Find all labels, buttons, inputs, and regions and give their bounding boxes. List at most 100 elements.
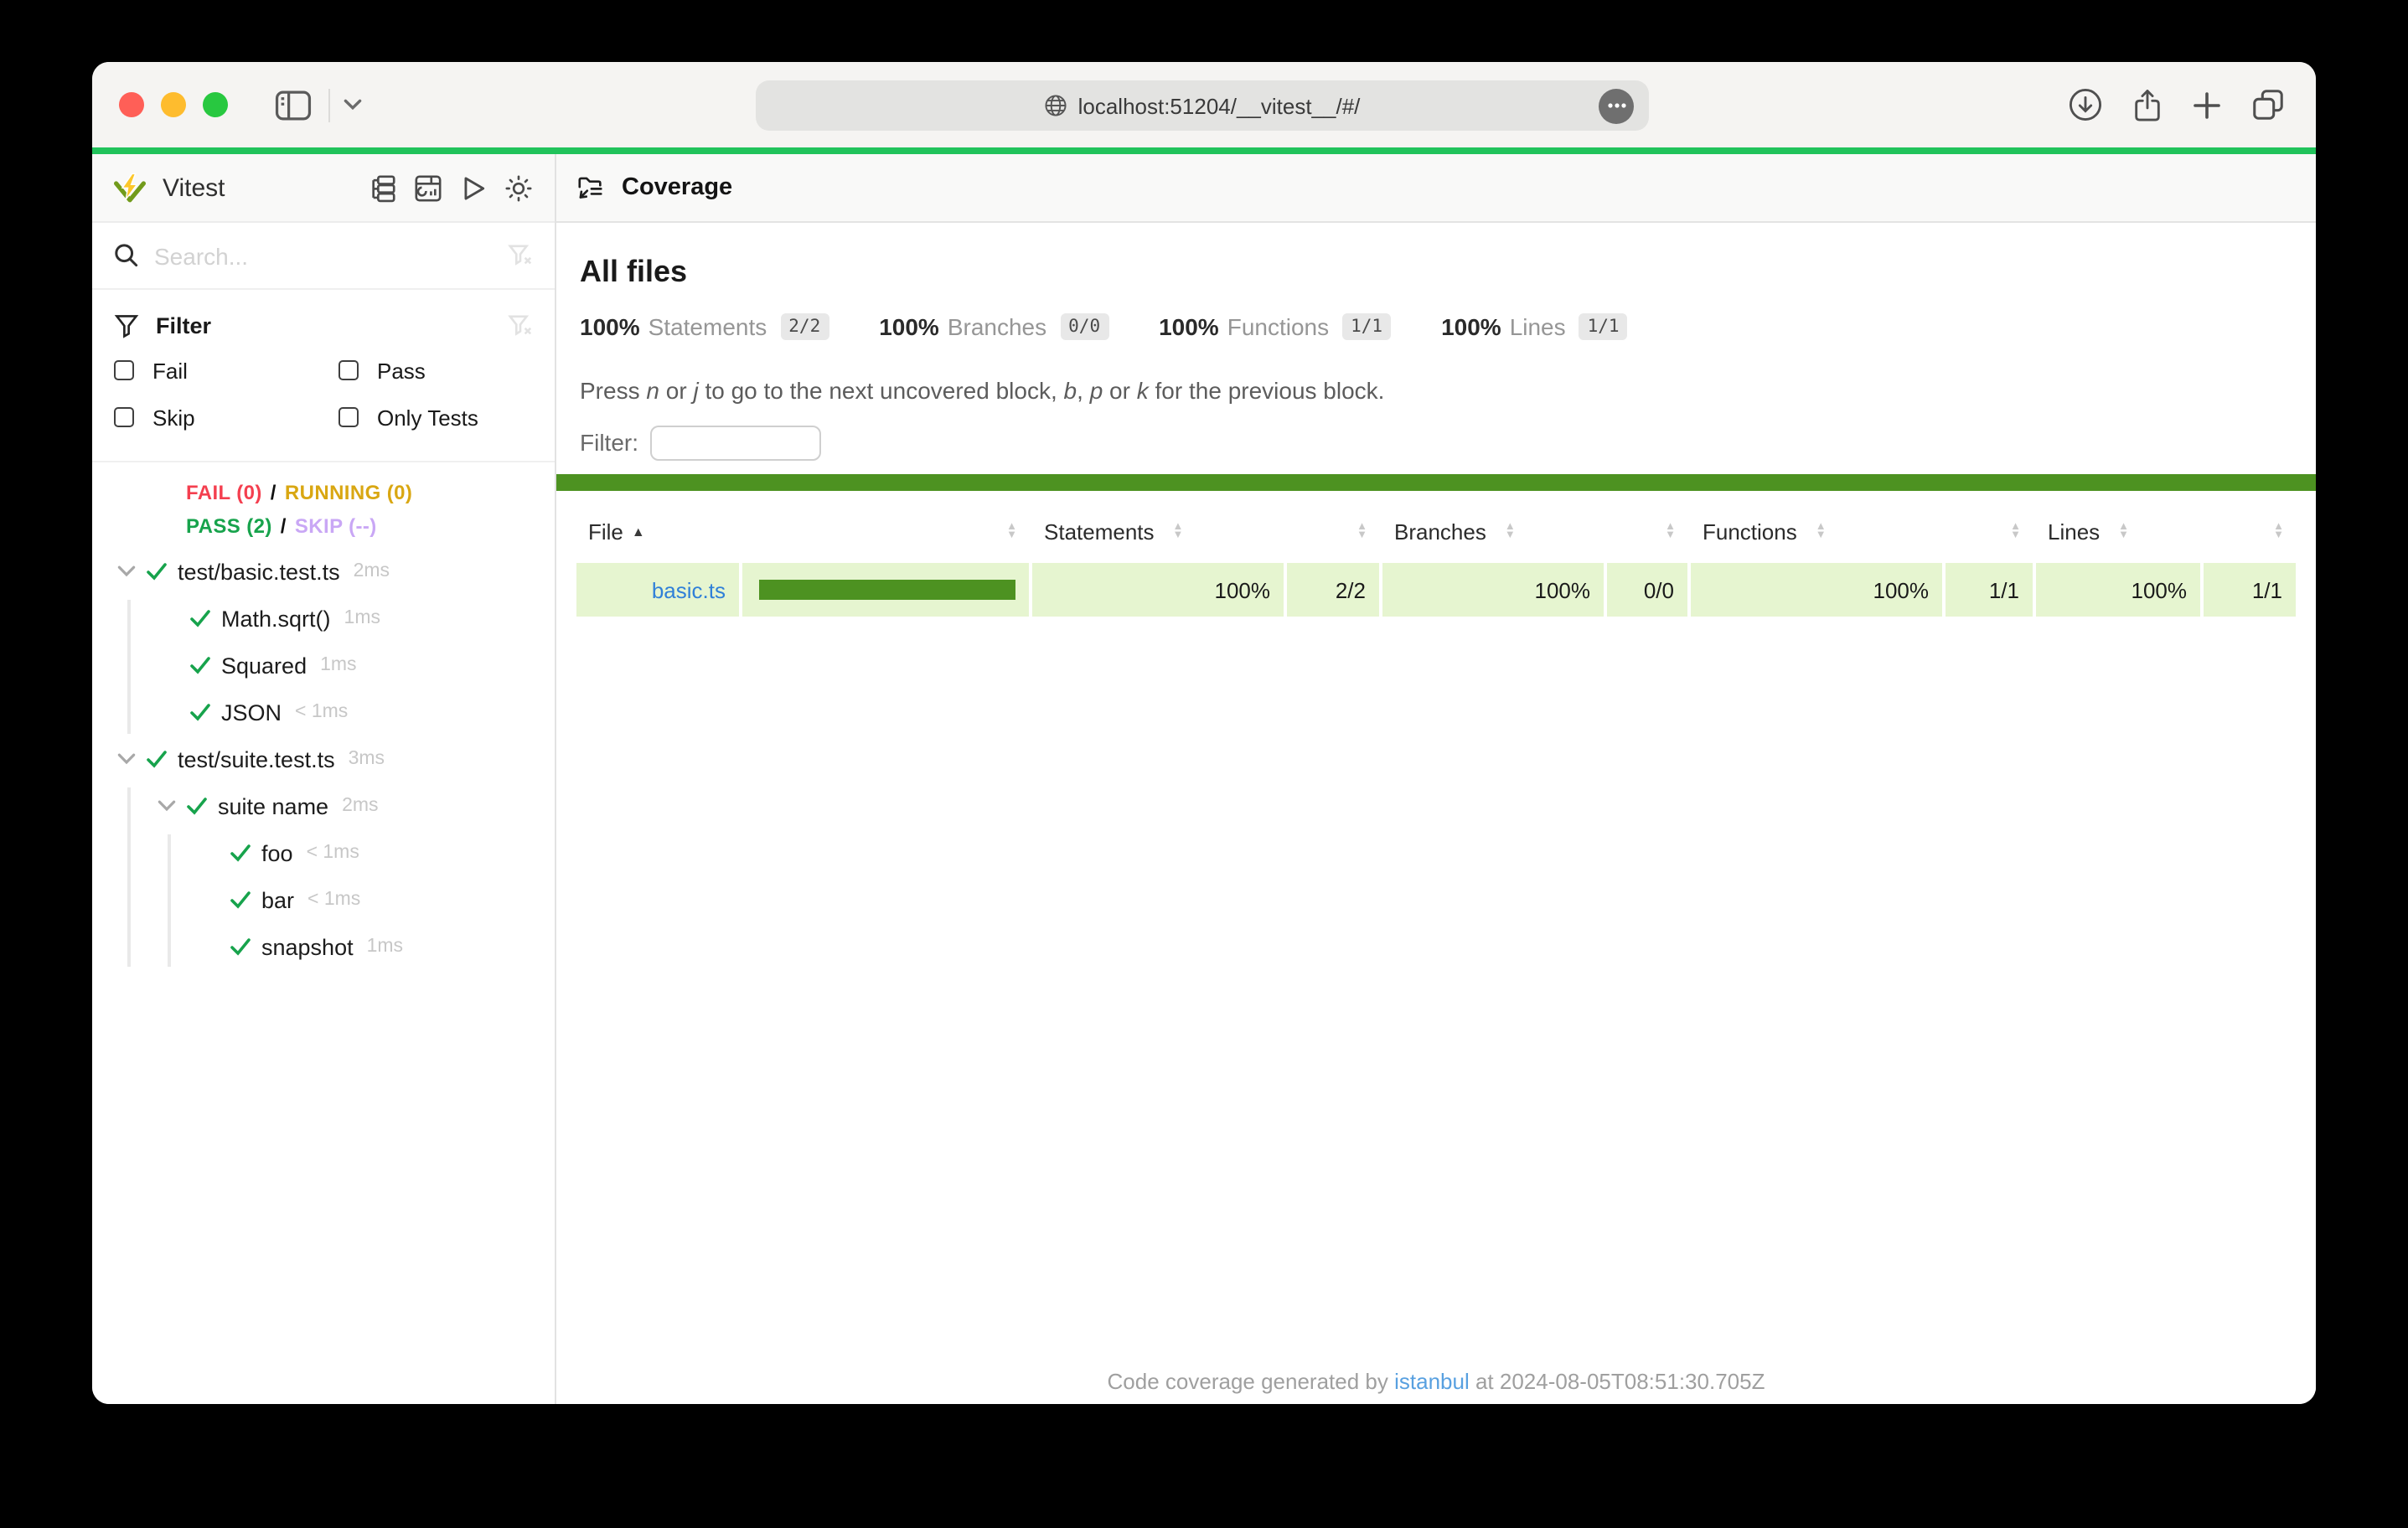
tree-item-duration: 3ms [349, 749, 385, 769]
tree-item-label: bar [261, 887, 294, 912]
address-bar[interactable]: localhost:51204/__vitest__/#/ [756, 80, 1649, 131]
sorter-icon[interactable]: ▲▼ [1356, 522, 1367, 540]
downloads-icon[interactable] [2068, 87, 2103, 122]
summary-separator: / [271, 481, 276, 504]
checkbox-fail[interactable]: Fail [114, 347, 338, 394]
sidebar: Vitest [92, 154, 556, 1404]
minimize-window-button[interactable] [161, 92, 186, 117]
lines-frac-cell: 1/1 [2202, 561, 2297, 618]
column-header-lines[interactable]: Lines ▲▼ [2034, 518, 2202, 561]
toolbar-chevron-down-icon[interactable] [344, 99, 362, 111]
branches-frac-cell: 0/0 [1605, 561, 1689, 618]
tab-overview-icon[interactable] [2250, 87, 2286, 122]
checkbox-skip[interactable]: Skip [114, 394, 338, 441]
sorter-icon[interactable]: ▲▼ [1816, 522, 1827, 540]
tree-item-test[interactable]: snapshot 1ms [92, 923, 555, 970]
footer-text: Code coverage generated by [1108, 1369, 1395, 1394]
sorter-icon[interactable]: ▲▼ [2118, 522, 2129, 540]
tree-view-icon[interactable] [369, 173, 397, 202]
chevron-down-icon[interactable] [116, 752, 136, 766]
column-header-functions[interactable]: Functions▲▼ [1689, 518, 1944, 561]
chevron-down-icon[interactable] [156, 799, 176, 813]
skip-checkbox-box[interactable] [114, 407, 134, 427]
tree-item-file[interactable]: test/suite.test.ts 3ms [92, 736, 555, 782]
column-header-statements-raw[interactable]: ▲▼ [1285, 518, 1381, 561]
sorter-icon[interactable]: ▲▼ [1665, 522, 1676, 540]
stat-pct: 100% [879, 313, 939, 340]
only-tests-checkbox-label: Only Tests [377, 405, 478, 430]
tree-item-test[interactable]: Math.sqrt() 1ms [92, 595, 555, 642]
coverage-bar-fill [759, 580, 1015, 600]
clear-search-filter-icon[interactable] [508, 243, 533, 268]
column-header-lines-raw[interactable]: ▲▼ [2202, 518, 2297, 561]
filter-section: Filter Fail [92, 290, 555, 462]
istanbul-link[interactable]: istanbul [1394, 1369, 1470, 1394]
pass-count: PASS (2) [186, 514, 272, 538]
dashboard-icon[interactable] [414, 173, 442, 202]
stat-pct: 100% [1441, 313, 1501, 340]
sorter-icon[interactable]: ▲▼ [1006, 522, 1017, 540]
pass-checkbox-box[interactable] [338, 360, 359, 380]
tree-item-suite[interactable]: suite name 2ms [92, 782, 555, 829]
tree-item-label: JSON [221, 699, 282, 725]
pass-check-icon [189, 702, 211, 722]
toolbar-right-actions [2068, 62, 2286, 147]
column-header-branches-raw[interactable]: ▲▼ [1605, 518, 1689, 561]
column-header-functions-raw[interactable]: ▲▼ [1944, 518, 2034, 561]
tree-item-duration: 2ms [342, 796, 378, 816]
tree-item-test[interactable]: Squared 1ms [92, 642, 555, 689]
theme-toggle-sun-icon[interactable] [504, 173, 533, 202]
close-window-button[interactable] [119, 92, 144, 117]
column-label: Lines [2048, 519, 2100, 544]
sorter-icon[interactable]: ▲▼ [2010, 522, 2021, 540]
stat-functions: 100% Functions 1/1 [1159, 313, 1391, 340]
tree-guide-line [127, 600, 130, 734]
tree-item-test[interactable]: JSON < 1ms [92, 689, 555, 736]
tree-item-file[interactable]: test/basic.test.ts 2ms [92, 548, 555, 595]
column-header-file[interactable]: File ▲ [575, 518, 741, 561]
new-tab-plus-icon[interactable] [2192, 90, 2222, 120]
tree-item-duration: < 1ms [307, 890, 360, 910]
search-input[interactable] [154, 242, 493, 269]
fullscreen-window-button[interactable] [203, 92, 228, 117]
run-all-play-icon[interactable] [459, 173, 488, 202]
page-settings-ellipsis-icon[interactable] [1599, 88, 1634, 123]
main-panel: Coverage All files 100% Statements 2/2 1… [556, 154, 2316, 1404]
search-icon [114, 243, 139, 268]
file-filter-input[interactable] [650, 425, 821, 460]
toolbar-divider [328, 88, 330, 121]
sorter-icon[interactable]: ▲▼ [1505, 522, 1516, 540]
hint-text: Press [580, 377, 646, 404]
fail-checkbox-box[interactable] [114, 360, 134, 380]
column-header-statements[interactable]: Statements▲▼ [1031, 518, 1285, 561]
share-icon[interactable] [2132, 86, 2163, 123]
pass-check-icon [230, 890, 251, 910]
file-cell: basic.ts [575, 561, 741, 618]
tree-item-test[interactable]: bar < 1ms [92, 876, 555, 923]
clear-filters-icon[interactable] [508, 312, 533, 338]
tree-item-label: snapshot [261, 934, 354, 959]
hint-key: k [1137, 377, 1149, 404]
hint-text: for the previous block. [1149, 377, 1385, 404]
tree-item-duration: < 1ms [307, 843, 359, 863]
stat-fraction-badge: 1/1 [1579, 313, 1628, 340]
tree-item-label: Math.sqrt() [221, 606, 331, 631]
checkbox-only-tests[interactable]: Only Tests [338, 394, 533, 441]
desktop: localhost:51204/__vitest__/#/ [0, 0, 2408, 1528]
stat-fraction-badge: 1/1 [1342, 313, 1391, 340]
hint-key: n [646, 377, 659, 404]
checkbox-pass[interactable]: Pass [338, 347, 533, 394]
column-header-branches[interactable]: Branches▲▼ [1381, 518, 1605, 561]
tree-item-test[interactable]: foo < 1ms [92, 829, 555, 876]
file-link[interactable]: basic.ts [652, 577, 726, 602]
vitest-logo-icon [112, 172, 147, 204]
column-header-chart[interactable]: ▲▼ [741, 518, 1031, 561]
sorter-icon[interactable]: ▲▼ [1173, 522, 1184, 540]
sidebar-toggle-icon[interactable] [275, 90, 312, 120]
chevron-down-icon[interactable] [116, 565, 136, 578]
stat-pct: 100% [1159, 313, 1219, 340]
sorter-icon[interactable]: ▲▼ [2273, 522, 2284, 540]
only-tests-checkbox-box[interactable] [338, 407, 359, 427]
functions-pct-cell: 100% [1689, 561, 1944, 618]
tree-guide-line [168, 834, 170, 967]
